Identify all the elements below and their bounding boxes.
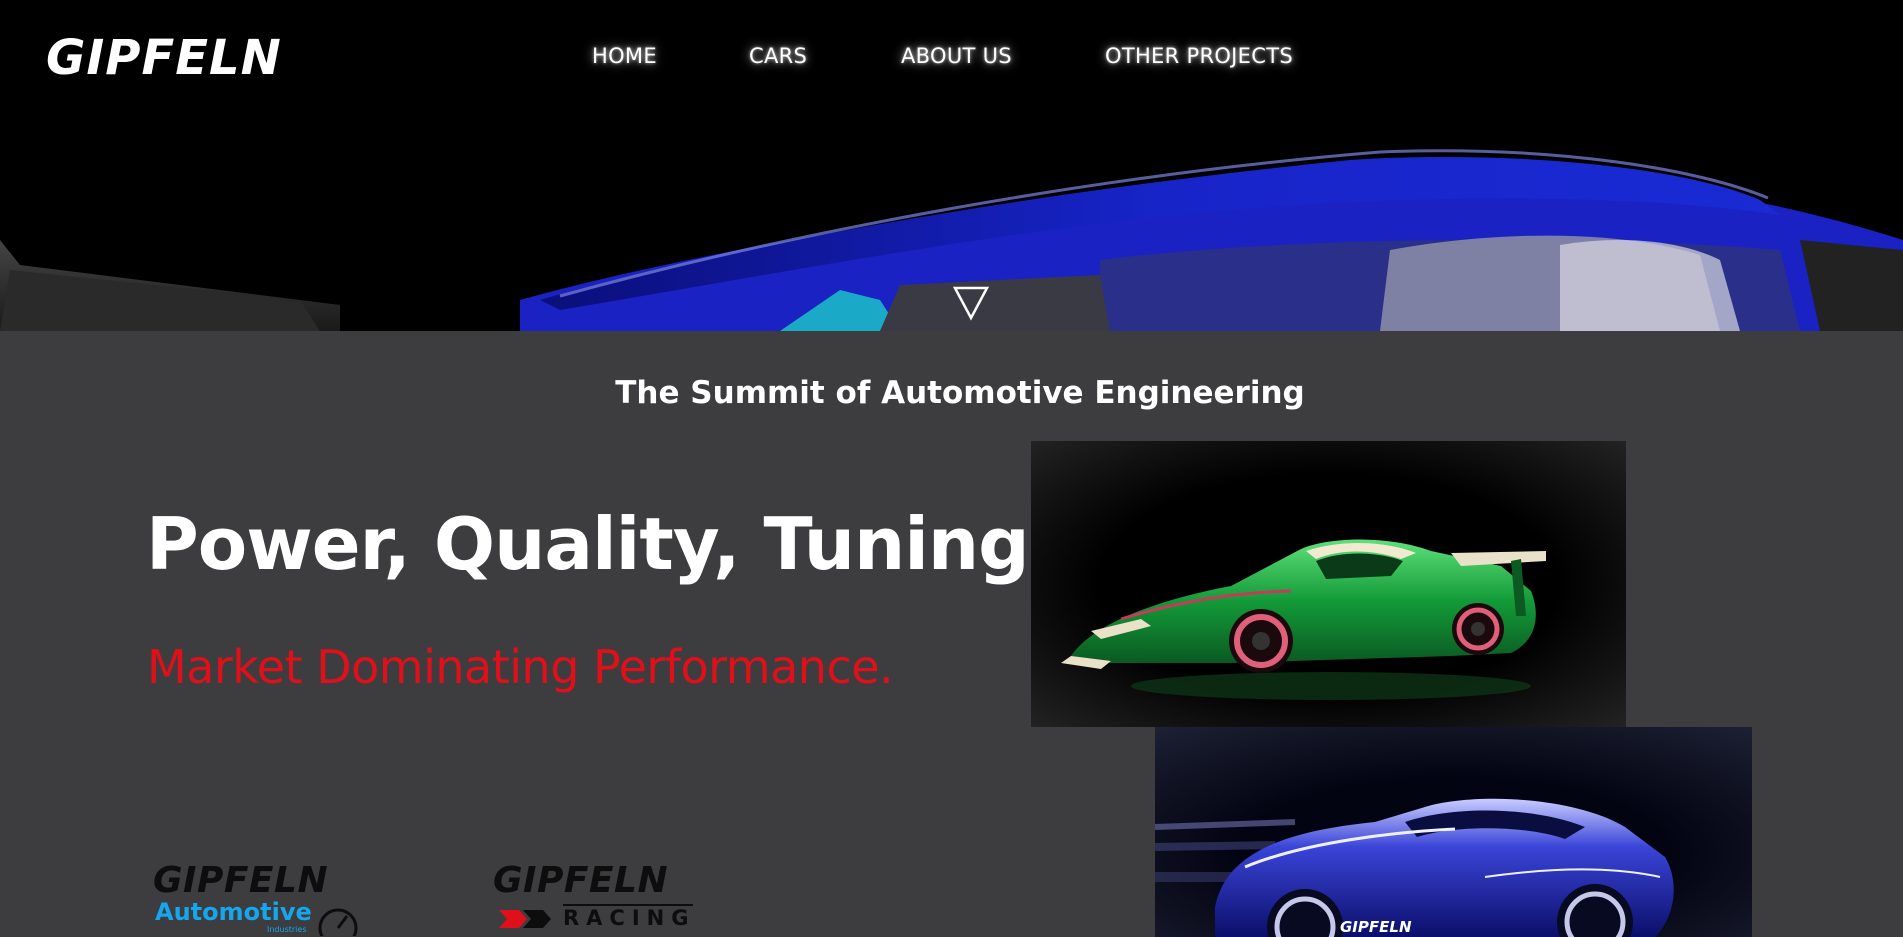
gipfeln-automotive-logo[interactable]: GIPFELN Automotive Industries	[153, 860, 358, 936]
nav-item-about-us[interactable]: ABOUT US	[901, 44, 1012, 68]
gipfeln-logo[interactable]: GIPFELN	[46, 30, 282, 86]
speedometer-icon	[318, 908, 358, 936]
subheadline: Market Dominating Performance.	[147, 640, 894, 694]
automotive-logo-line: Automotive	[155, 898, 312, 926]
racing-logo-name: GIPFELN	[493, 860, 669, 901]
triangle-down-icon[interactable]	[952, 284, 990, 322]
green-car-image	[1031, 441, 1626, 727]
automotive-logo-small: Industries	[267, 925, 307, 934]
racing-arrows-icon	[499, 910, 551, 928]
main-navigation: GIPFELN HOME CARS ABOUT US OTHER PROJECT…	[0, 0, 1903, 115]
blue-car-image: GIPFELN	[1155, 727, 1752, 937]
racing-logo-rule	[563, 904, 693, 906]
tagline: The Summit of Automotive Engineering	[615, 375, 1305, 411]
hero-banner: GIPFELN HOME CARS ABOUT US OTHER PROJECT…	[0, 0, 1903, 331]
headline: Power, Quality, Tuning.	[146, 502, 1056, 586]
nav-item-cars[interactable]: CARS	[749, 44, 807, 68]
nav-item-home[interactable]: HOME	[592, 44, 657, 68]
blue-car-badge: GIPFELN	[1340, 918, 1412, 936]
gipfeln-racing-logo[interactable]: GIPFELN RACING	[493, 860, 693, 930]
racing-logo-line: RACING	[563, 906, 696, 930]
automotive-logo-name: GIPFELN	[153, 860, 329, 901]
nav-item-other-projects[interactable]: OTHER PROJECTS	[1105, 44, 1293, 68]
